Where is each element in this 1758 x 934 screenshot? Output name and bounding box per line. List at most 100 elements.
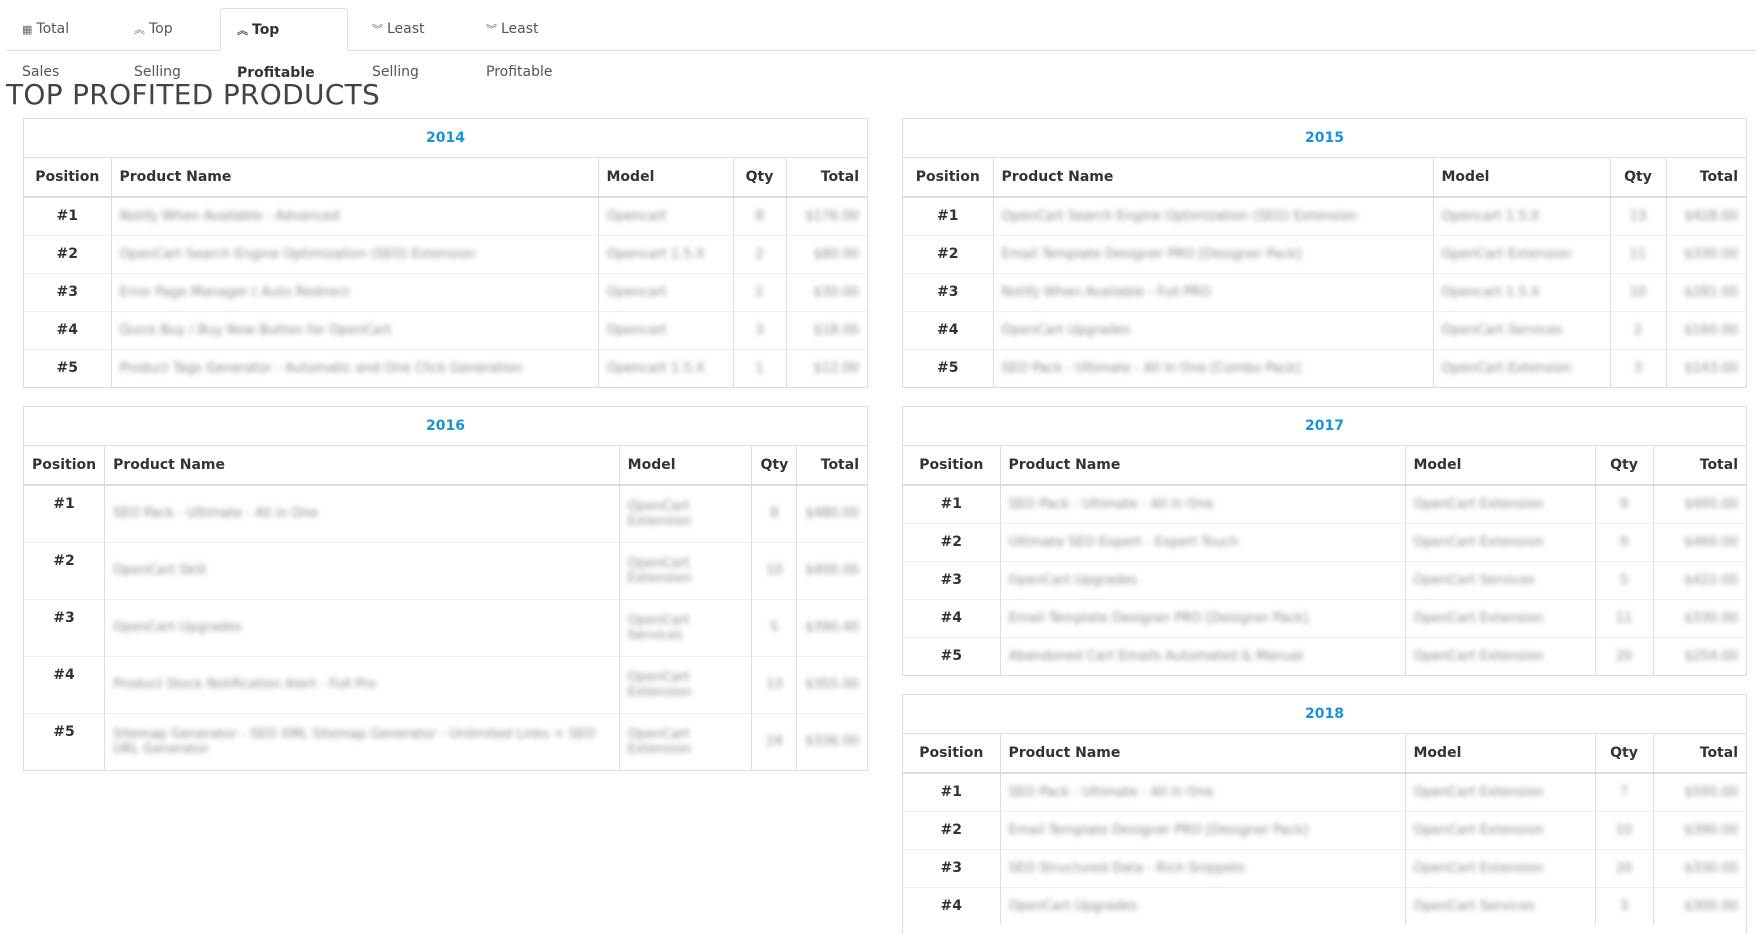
tab-least-profitable[interactable]: ︾ Least Profitable xyxy=(470,8,600,80)
col-model: Model xyxy=(598,158,734,198)
position-cell: #4 xyxy=(24,310,112,349)
col-model: Model xyxy=(1405,446,1596,486)
model-cell: OpenCart Extension xyxy=(1405,598,1596,637)
position-cell: #3 xyxy=(903,272,994,311)
col-product-name: Product Name xyxy=(111,158,599,198)
table-row: #3 SEO Structured Data - Rich Snippets Ope… xyxy=(903,848,1746,887)
products-table: Position Product Name Model Qty Total #1… xyxy=(903,734,1746,925)
position-cell: #1 xyxy=(903,772,1001,811)
position-cell: #3 xyxy=(24,598,106,656)
table-row: #2 Ultimate SEO Expert - Expert Touch Open… xyxy=(903,522,1746,561)
model-cell: Opencart 1.5.X xyxy=(598,348,734,387)
qty-cell: 13 xyxy=(1610,196,1667,235)
year-panel-2018: 2018 Position Product Name Model Qty Tot… xyxy=(902,694,1747,934)
year-panel-2017: 2017 Position Product Name Model Qty Tot… xyxy=(902,406,1747,676)
col-product-name: Product Name xyxy=(1000,734,1406,774)
col-product-name: Product Name xyxy=(1000,446,1406,486)
model-cell: OpenCart Extension xyxy=(1405,772,1596,811)
products-table: Position Product Name Model Qty Total #1… xyxy=(24,158,867,387)
position-cell: #1 xyxy=(24,484,106,542)
qty-cell: 7 xyxy=(1595,772,1654,811)
qty-cell: 9 xyxy=(1595,484,1654,523)
col-position: Position xyxy=(903,734,1001,774)
table-row: #4 Quick Buy / Buy Now Button for OpenCar… xyxy=(24,310,867,349)
year-heading: 2018 xyxy=(903,695,1746,734)
chevron-double-up-icon: ︽ xyxy=(134,23,145,36)
total-cell: $80.00 xyxy=(786,234,867,273)
tab-total-sales[interactable]: ▦ Total Sales xyxy=(6,8,118,80)
table-row: #5 Sitemap Generator - SEO XML Sitemap Ge… xyxy=(24,712,867,770)
position-cell: #2 xyxy=(903,234,994,273)
position-cell: #3 xyxy=(903,848,1001,887)
total-cell: $390.40 xyxy=(796,598,867,656)
tab-top-selling[interactable]: ︽ Top Selling xyxy=(118,8,220,80)
qty-cell: 3 xyxy=(1610,348,1667,387)
total-cell: $595.00 xyxy=(1653,772,1746,811)
model-cell: OpenCart Extension xyxy=(619,655,753,713)
product-name-cell: Product Stock Notification Alert - Full … xyxy=(104,655,620,713)
qty-cell: 10 xyxy=(1610,272,1667,311)
position-cell: #1 xyxy=(24,196,112,235)
product-name-cell: SEO Structured Data - Rich Snippets xyxy=(1000,848,1406,887)
col-model: Model xyxy=(619,446,753,486)
qty-cell: 8 xyxy=(751,484,798,542)
col-product-name: Product Name xyxy=(993,158,1434,198)
tab-least-selling[interactable]: ︾ Least Selling xyxy=(356,8,470,80)
qty-cell: 24 xyxy=(751,712,798,770)
total-cell: $254.00 xyxy=(1653,636,1746,675)
total-cell: $428.00 xyxy=(1666,196,1746,235)
table-row: #3 Error Page Manager ( Auto Redirect Open… xyxy=(24,272,867,311)
model-cell: OpenCart Services xyxy=(619,598,753,656)
product-name-cell: OpenCart Upgrades xyxy=(1000,560,1406,599)
total-cell: $281.00 xyxy=(1666,272,1746,311)
product-name-cell: OpenCart Skill xyxy=(104,541,620,599)
product-name-cell: Email Template Designer PRO [Designer Pa… xyxy=(993,234,1434,273)
col-product-name: Product Name xyxy=(104,446,620,486)
report-tabs: ▦ Total Sales ︽ Top Selling ︽ Top Profitabl… xyxy=(6,8,1756,81)
position-cell: #5 xyxy=(24,712,106,770)
position-cell: #4 xyxy=(903,310,994,349)
qty-cell: 1 xyxy=(733,348,787,387)
col-position: Position xyxy=(24,446,106,486)
year-panel-2016: 2016 Position Product Name Model Qty Tot… xyxy=(23,406,868,771)
table-row: #1 SEO Pack - Ultimate - All in One OpenCa… xyxy=(24,484,867,542)
chevron-double-down-icon: ︾ xyxy=(372,23,383,36)
product-name-cell: SEO Pack - Ultimate - All in One xyxy=(104,484,620,542)
total-cell: $300.00 xyxy=(1653,886,1746,925)
col-total: Total xyxy=(1653,446,1746,486)
table-row: #1 Notify When Available - Advanced Openca… xyxy=(24,196,867,235)
total-cell: $143.00 xyxy=(1666,348,1746,387)
model-cell: Opencart xyxy=(598,272,734,311)
page-title: TOP PROFITED PRODUCTS xyxy=(6,78,381,111)
position-cell: #2 xyxy=(903,810,1001,849)
col-qty: Qty xyxy=(1610,158,1667,198)
col-position: Position xyxy=(903,446,1001,486)
total-cell: $18.00 xyxy=(786,310,867,349)
product-name-cell: Sitemap Generator - SEO XML Sitemap Gene… xyxy=(104,712,620,770)
total-cell: $176.00 xyxy=(786,196,867,235)
tab-top-profitable[interactable]: ︽ Top Profitable xyxy=(220,8,348,81)
qty-cell: 2 xyxy=(733,272,787,311)
total-cell: $400.00 xyxy=(796,541,867,599)
table-row: #4 Email Template Designer PRO [Designer … xyxy=(903,598,1746,637)
total-cell: $495.00 xyxy=(1653,484,1746,523)
qty-cell: 11 xyxy=(1610,234,1667,273)
qty-cell: 20 xyxy=(1595,636,1654,675)
table-row: #1 SEO Pack - Ultimate - All in One OpenCa… xyxy=(903,484,1746,523)
position-cell: #5 xyxy=(24,348,112,387)
total-cell: $330.00 xyxy=(1666,234,1746,273)
total-cell: $355.00 xyxy=(796,655,867,713)
product-name-cell: Abandoned Cart Emails Automated & Manual xyxy=(1000,636,1406,675)
year-panel-2015: 2015 Position Product Name Model Qty Tot… xyxy=(902,118,1747,388)
col-qty: Qty xyxy=(1595,734,1654,774)
model-cell: OpenCart Extension xyxy=(1405,848,1596,887)
year-heading: 2014 xyxy=(24,119,867,158)
model-cell: OpenCart Extension xyxy=(1405,484,1596,523)
table-row: #3 Notify When Available - Full PRO Openca… xyxy=(903,272,1746,311)
qty-cell: 3 xyxy=(1595,886,1654,925)
qty-cell: 9 xyxy=(1595,522,1654,561)
table-row: #4 OpenCart Upgrades OpenCart Services 2 $16… xyxy=(903,310,1746,349)
position-cell: #2 xyxy=(903,522,1001,561)
table-row: #5 Product Tags Generator - Automatic and… xyxy=(24,348,867,387)
col-qty: Qty xyxy=(751,446,798,486)
